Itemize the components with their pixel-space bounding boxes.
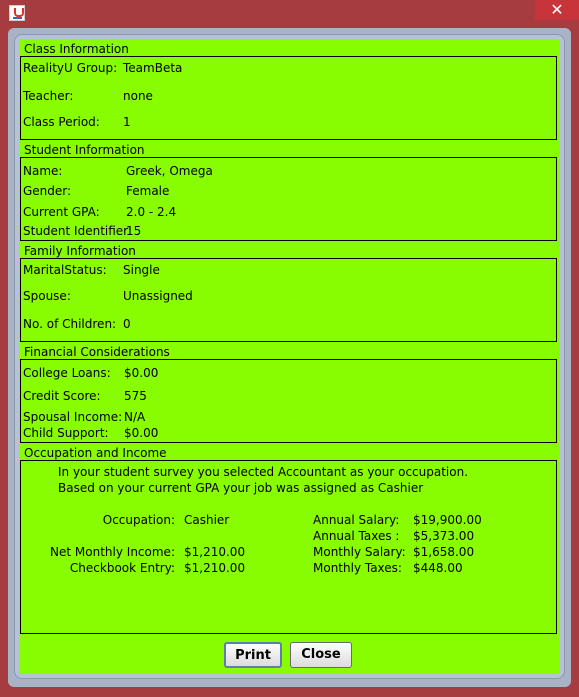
- class-period-label: Class Period:: [23, 115, 100, 129]
- title-bar[interactable]: ✕: [0, 0, 579, 25]
- window-close-button[interactable]: ✕: [535, 0, 579, 20]
- gender-value: Female: [126, 184, 170, 198]
- net-monthly-income-label: Net Monthly Income:: [50, 545, 175, 559]
- annual-taxes-value: $5,373.00: [413, 529, 475, 543]
- teacher-label: Teacher:: [23, 89, 74, 103]
- family-info-title: Family Information: [24, 244, 136, 258]
- children-label: No. of Children:: [23, 317, 117, 331]
- gpa-value: 2.0 - 2.4: [126, 205, 177, 219]
- student-id-value: 15: [126, 224, 142, 238]
- gpa-assignment-message: Based on your current GPA your job was a…: [58, 481, 424, 495]
- spousal-income-value: N/A: [124, 410, 146, 424]
- college-loans-value: $0.00: [124, 366, 159, 380]
- group-value: TeamBeta: [123, 61, 183, 75]
- occupation-title: Occupation and Income: [24, 446, 167, 460]
- annual-salary-label: Annual Salary:: [313, 513, 400, 527]
- annual-salary-value: $19,900.00: [413, 513, 482, 527]
- gender-label: Gender:: [23, 184, 72, 198]
- annual-taxes-label: Annual Taxes :: [313, 529, 400, 543]
- spousal-income-label: Spousal Income:: [23, 410, 123, 424]
- child-support-label: Child Support:: [23, 426, 109, 440]
- teacher-value: none: [123, 89, 153, 103]
- monthly-taxes-value: $448.00: [413, 561, 463, 575]
- spouse-value: Unassigned: [123, 289, 193, 303]
- class-info-title: Class Information: [24, 42, 129, 56]
- net-monthly-income-value: $1,210.00: [184, 545, 246, 559]
- checkbook-entry-value: $1,210.00: [184, 561, 246, 575]
- occupation-label: Occupation:: [102, 513, 175, 527]
- name-label: Name:: [23, 164, 63, 178]
- class-period-value: 1: [123, 115, 131, 129]
- survey-message: In your student survey you selected Acco…: [58, 465, 469, 479]
- name-value: Greek, Omega: [126, 164, 213, 178]
- spouse-label: Spouse:: [23, 289, 71, 303]
- gpa-label: Current GPA:: [23, 205, 100, 219]
- financial-title: Financial Considerations: [24, 345, 170, 359]
- marital-status-value: Single: [123, 263, 160, 277]
- occupation-value: Cashier: [184, 513, 230, 527]
- student-id-label: Student Identifier:: [23, 224, 132, 238]
- marital-status-label: MaritalStatus:: [23, 263, 107, 277]
- close-button[interactable]: Close: [290, 642, 352, 668]
- children-value: 0: [123, 317, 131, 331]
- credit-score-label: Credit Score:: [23, 389, 101, 403]
- student-info-title: Student Information: [24, 143, 145, 157]
- group-label: RealityU Group:: [23, 61, 118, 75]
- java-icon: [9, 5, 25, 21]
- monthly-salary-label: Monthly Salary:: [313, 545, 406, 559]
- window-frame: ✕ Class Information RealityU Group: Team…: [0, 0, 579, 697]
- child-support-value: $0.00: [124, 426, 159, 440]
- print-button[interactable]: Print: [224, 642, 282, 668]
- monthly-taxes-label: Monthly Taxes:: [313, 561, 402, 575]
- credit-score-value: 575: [124, 389, 147, 403]
- college-loans-label: College Loans:: [23, 366, 111, 380]
- monthly-salary-value: $1,658.00: [413, 545, 475, 559]
- checkbook-entry-label: Checkbook Entry:: [69, 561, 175, 575]
